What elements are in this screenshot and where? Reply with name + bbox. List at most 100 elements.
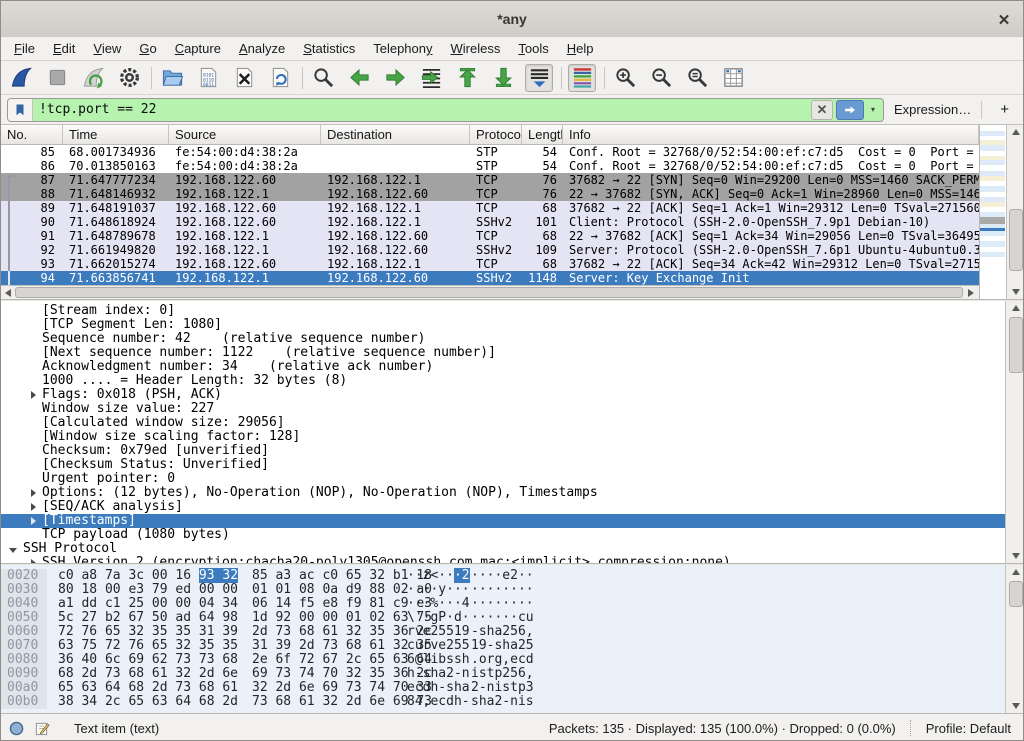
ascii-group-1[interactable]: 6@libssh xyxy=(407,653,470,667)
scroll-down-icon[interactable] xyxy=(1006,699,1024,713)
detail-line[interactable]: Urgent pointer: 0 xyxy=(1,472,1005,486)
scroll-up-icon[interactable] xyxy=(1007,125,1024,139)
menu-telephony[interactable]: Telephony xyxy=(364,38,441,59)
bytes[interactable]: 32 2d 6e 69 73 74 70 33 xyxy=(252,680,432,695)
packet-row-85[interactable]: 8568.001734936fe:54:00:d4:38:2aSTP54Conf… xyxy=(1,145,979,159)
ascii-group-2[interactable]: sha2-nis xyxy=(471,695,534,709)
bytes[interactable]: 85 a3 ac c0 65 32 b1 18 xyxy=(252,568,432,583)
scroll-left-icon[interactable] xyxy=(1,286,15,299)
expand-icon[interactable] xyxy=(31,489,36,497)
ascii-group-1[interactable]: h-sha2-n xyxy=(407,667,470,681)
hex-group-2[interactable]: 32 2d 6e 69 73 74 70 33 xyxy=(252,681,432,695)
hex-group-1[interactable]: 80 18 00 e3 79 ed 00 00 xyxy=(58,583,238,597)
detail-line[interactable]: 1000 .... = Header Length: 32 bytes (8) xyxy=(1,374,1005,388)
packet-row-90[interactable]: 9071.648618924192.168.122.60192.168.122.… xyxy=(1,215,979,229)
hex-group-2[interactable]: 2d 73 68 61 32 35 36 2c xyxy=(252,625,432,639)
display-filter-field[interactable]: ✕ ▾ xyxy=(7,98,884,122)
ascii-group-1[interactable]: ···%···4 xyxy=(407,597,470,611)
detail-line[interactable]: Sequence number: 42 (relative sequence n… xyxy=(1,332,1005,346)
filter-bookmark-icon[interactable] xyxy=(8,99,33,121)
selected-bytes[interactable]: 93 32 xyxy=(199,568,238,583)
bytes[interactable]: -sha256, xyxy=(471,624,534,639)
file-save-button[interactable]: 010101100011 xyxy=(194,64,222,92)
expand-icon[interactable] xyxy=(31,391,36,399)
ascii-group-2[interactable]: ········ xyxy=(471,597,534,611)
selected-bytes[interactable]: ·2 xyxy=(454,568,470,583)
expert-info-icon[interactable] xyxy=(9,721,24,736)
filter-dropdown-icon[interactable]: ▾ xyxy=(866,101,880,119)
detail-line[interactable]: [Next sequence number: 1122 (relative se… xyxy=(1,346,1005,360)
bytes[interactable]: 65 63 64 68 2d 73 68 61 xyxy=(58,680,238,695)
capture-stop-button[interactable] xyxy=(43,64,71,92)
detail-line[interactable]: [Checksum Status: Unverified] xyxy=(1,458,1005,472)
bytes[interactable]: ···%···4 xyxy=(407,596,470,611)
scroll-up-icon[interactable] xyxy=(1006,565,1024,579)
menu-edit[interactable]: Edit xyxy=(44,38,84,59)
column-header-source[interactable]: Source xyxy=(169,125,321,144)
packet-row-94[interactable]: 9471.663856741192.168.122.1192.168.122.6… xyxy=(1,271,979,285)
packet-row-87[interactable]: 8771.647777234192.168.122.60192.168.122.… xyxy=(1,173,979,187)
hex-group-1[interactable]: 65 63 64 68 2d 73 68 61 xyxy=(58,681,238,695)
ascii-group-2[interactable]: ······cu xyxy=(471,611,534,625)
bytes[interactable]: 01 01 08 0a d9 88 02 a0 xyxy=(252,582,432,597)
bytes[interactable]: ··z<·· xyxy=(407,568,454,583)
bytes[interactable]: 69 73 74 70 32 35 36 2c xyxy=(252,666,432,681)
auto-scroll-button[interactable] xyxy=(525,64,553,92)
intelligent-scrollbar-minimap[interactable] xyxy=(979,125,1005,299)
hex-row-0050[interactable]: 00505c 27 b2 67 50 ad 64 981d 92 00 00 0… xyxy=(1,611,1005,625)
bytes[interactable]: ecdh-sha xyxy=(407,680,470,695)
packet-list-vscrollbar[interactable] xyxy=(1006,125,1024,299)
expand-icon[interactable] xyxy=(31,517,36,525)
title-bar[interactable]: *any ✕ xyxy=(1,1,1023,38)
status-profile[interactable]: Profile: Default xyxy=(926,721,1011,736)
menu-tools[interactable]: Tools xyxy=(509,38,557,59)
ascii-group-2[interactable]: -sha256, xyxy=(471,625,534,639)
detail-line[interactable]: [Timestamps] xyxy=(1,514,1005,528)
packet-row-86[interactable]: 8670.013850163fe:54:00:d4:38:2aSTP54Conf… xyxy=(1,159,979,173)
bytes[interactable]: c0 a8 7a 3c 00 16 xyxy=(58,568,199,583)
bytes[interactable]: 73 68 61 32 2d 6e 69 73 xyxy=(252,694,432,709)
capture-options-button[interactable] xyxy=(115,64,143,92)
hex-row-0070[interactable]: 007063 75 72 76 65 32 35 3531 39 2d 73 6… xyxy=(1,639,1005,653)
column-header-time[interactable]: Time xyxy=(63,125,169,144)
packet-row-91[interactable]: 9171.648789678192.168.122.1192.168.122.6… xyxy=(1,229,979,243)
close-icon[interactable]: ✕ xyxy=(993,9,1015,31)
detail-line[interactable]: Options: (12 bytes), No-Operation (NOP),… xyxy=(1,486,1005,500)
detail-line[interactable]: Flags: 0x018 (PSH, ACK) xyxy=(1,388,1005,402)
ascii-group-2[interactable]: ········ xyxy=(471,583,534,597)
bytes[interactable]: ····y··· xyxy=(407,582,470,597)
hex-group-1[interactable]: 5c 27 b2 67 50 ad 64 98 xyxy=(58,611,238,625)
scrollbar-thumb[interactable] xyxy=(1009,317,1023,373)
add-filter-button[interactable]: + xyxy=(992,101,1017,118)
bytes[interactable]: ······cu xyxy=(471,610,534,625)
scroll-down-icon[interactable] xyxy=(1006,549,1024,563)
detail-line[interactable]: TCP payload (1080 bytes) xyxy=(1,528,1005,542)
hex-group-1[interactable]: 36 40 6c 69 62 73 73 68 xyxy=(58,653,238,667)
column-header-protocol[interactable]: Protocol xyxy=(470,125,522,144)
filter-clear-icon[interactable]: ✕ xyxy=(811,100,833,120)
find-packet-button[interactable] xyxy=(309,64,337,92)
bytes[interactable]: sha2-nis xyxy=(471,694,534,709)
scroll-down-icon[interactable] xyxy=(1007,285,1024,299)
bytes[interactable]: 31 39 2d 73 68 61 32 35 xyxy=(252,638,432,653)
bytes[interactable]: a1 dd c1 25 00 00 04 34 xyxy=(58,596,238,611)
hex-row-0020[interactable]: 0020c0 a8 7a 3c 00 16 93 3285 a3 ac c0 6… xyxy=(1,569,1005,583)
ascii-group-2[interactable]: 19-sha25 xyxy=(471,639,534,653)
ascii-group-1[interactable]: \'·gP·d· xyxy=(407,611,470,625)
ascii-group-1[interactable]: ··z<···2 xyxy=(407,569,470,583)
ascii-group-1[interactable]: ecdh-sha xyxy=(407,681,470,695)
packet-list-hscrollbar[interactable] xyxy=(1,285,979,299)
ascii-group-1[interactable]: 84,ecdh- xyxy=(407,695,470,709)
bytes[interactable]: 5c 27 b2 67 50 ad 64 98 xyxy=(58,610,238,625)
hex-row-0090[interactable]: 009068 2d 73 68 61 32 2d 6e69 73 74 70 3… xyxy=(1,667,1005,681)
bytes[interactable]: 80 18 00 e3 79 ed 00 00 xyxy=(58,582,238,597)
hex-group-1[interactable]: 63 75 72 76 65 32 35 35 xyxy=(58,639,238,653)
file-open-button[interactable] xyxy=(158,64,186,92)
hex-row-00b0[interactable]: 00b038 34 2c 65 63 64 68 2d73 68 61 32 2… xyxy=(1,695,1005,709)
hex-group-2[interactable]: 31 39 2d 73 68 61 32 35 xyxy=(252,639,432,653)
bytes[interactable]: 84,ecdh- xyxy=(407,694,470,709)
hex-row-0060[interactable]: 006072 76 65 32 35 35 31 392d 73 68 61 3… xyxy=(1,625,1005,639)
bytes[interactable]: curve255 xyxy=(407,638,470,653)
scrollbar-thumb[interactable] xyxy=(1009,581,1023,607)
wireshark-start-button[interactable] xyxy=(7,64,35,92)
